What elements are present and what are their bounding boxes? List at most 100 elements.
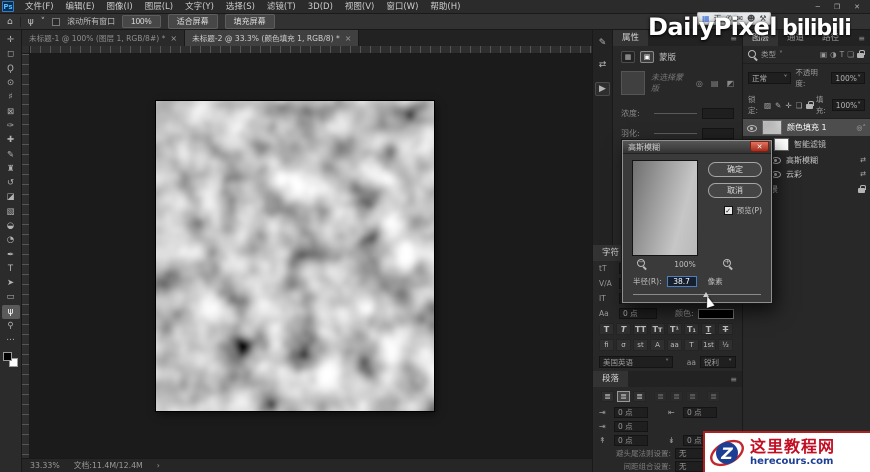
ligatures-button[interactable]: fi	[599, 339, 614, 351]
menu-item-edit[interactable]: 编辑(E)	[60, 0, 101, 14]
menu-item-filter[interactable]: 滤镜(T)	[261, 0, 302, 14]
close-icon[interactable]: ✕	[750, 141, 769, 152]
pixel-layer-icon[interactable]: ▦	[621, 51, 635, 63]
radius-input[interactable]: 38.7	[666, 276, 697, 287]
tool-move[interactable]: ✛	[2, 33, 20, 47]
justify-last-right-button[interactable]: ≣	[686, 391, 699, 402]
small-caps-button[interactable]: Tᴛ	[650, 323, 665, 335]
filter-type-layers-icon[interactable]: T	[840, 50, 845, 59]
text-color-swatch[interactable]	[697, 308, 734, 319]
lock-all-icon[interactable]	[806, 100, 816, 110]
fill-select[interactable]: 100% ˅	[831, 99, 865, 111]
menu-item-file[interactable]: 文件(F)	[19, 0, 60, 14]
density-slider[interactable]	[654, 113, 697, 114]
tab-properties[interactable]: 属性	[613, 30, 649, 46]
menu-item-image[interactable]: 图像(I)	[101, 0, 139, 14]
tool-frame[interactable]: ⊠	[2, 104, 20, 118]
baseline-shift-field[interactable]: 0 点	[619, 308, 657, 319]
tab-paragraph[interactable]: 段落	[593, 371, 629, 387]
feather-value-field[interactable]	[702, 128, 734, 139]
tool-history-brush[interactable]: ↺	[2, 176, 20, 190]
faux-bold-button[interactable]: T	[599, 323, 614, 335]
filter-pixel-layers-icon[interactable]: ▣	[820, 50, 827, 59]
chevron-down-icon[interactable]: ˅	[779, 50, 783, 59]
opacity-select[interactable]: 100% ˅	[831, 72, 865, 84]
zoom-level[interactable]: 33.33%	[30, 461, 60, 470]
add-pixel-mask-icon[interactable]: ◎	[696, 79, 703, 88]
swap-panel-icon[interactable]: ⇄	[599, 60, 607, 70]
tool-pen[interactable]: ✒	[2, 247, 20, 261]
subscript-button[interactable]: T₁	[684, 323, 699, 335]
document-tab-1[interactable]: 未标题-1 @ 100% (图层 1, RGB/8#) * ×	[22, 30, 186, 46]
tool-blur[interactable]: ◒	[2, 219, 20, 233]
foreground-color-swatch[interactable]	[3, 351, 12, 361]
all-caps-button[interactable]: TT	[633, 323, 648, 335]
close-icon[interactable]: ×	[345, 34, 352, 43]
tab-layers[interactable]: 图层	[743, 30, 779, 46]
document-tab-2[interactable]: 未标题-2 @ 33.3% (颜色填充 1, RGB/8) * ×	[185, 30, 360, 46]
indent-left-field[interactable]: 0 点	[614, 406, 648, 418]
superscript-button[interactable]: T¹	[667, 323, 682, 335]
filter-type-label[interactable]: 类型	[761, 49, 776, 60]
zoom-out-icon[interactable]: −	[637, 258, 647, 269]
tool-clone-stamp[interactable]: ♜	[2, 162, 20, 176]
filter-shape-layers-icon[interactable]: ❏	[847, 50, 854, 59]
lock-pixels-icon[interactable]: ✎	[775, 101, 781, 110]
lock-position-icon[interactable]: ✛	[785, 101, 791, 110]
lock-artboard-icon[interactable]: ❏	[796, 101, 803, 110]
scroll-all-windows-checkbox[interactable]	[52, 17, 61, 26]
justify-last-left-button[interactable]: ≣	[654, 391, 667, 402]
tool-spot-healing-brush[interactable]: ✚	[2, 133, 20, 147]
chevron-down-icon[interactable]: ˅	[41, 17, 46, 27]
layer-name[interactable]: 智能滤镜	[794, 139, 866, 150]
density-value-field[interactable]	[702, 108, 734, 119]
justify-all-button[interactable]: ≣	[707, 391, 720, 402]
hand-tool-icon[interactable]: ψ	[28, 17, 34, 27]
close-icon[interactable]: ✕	[854, 3, 860, 11]
menu-item-help[interactable]: 帮助(H)	[424, 0, 466, 14]
first-line-indent-field[interactable]: 0 点	[614, 420, 648, 432]
layer-name[interactable]: 背景	[762, 184, 853, 195]
menu-item-view[interactable]: 视图(V)	[339, 0, 380, 14]
menu-item-type[interactable]: 文字(Y)	[179, 0, 220, 14]
fractions-button[interactable]: ½	[718, 339, 733, 351]
tab-paths[interactable]: 路径	[813, 30, 848, 46]
panel-menu-icon[interactable]: ≡	[730, 34, 742, 43]
tool-object-selection[interactable]: ⊙	[2, 76, 20, 90]
strikethrough-button[interactable]: T	[718, 323, 733, 335]
tool-eyedropper[interactable]: ✑	[2, 119, 20, 133]
blur-preview-image[interactable]	[632, 160, 698, 256]
document-size-info[interactable]: 文档:11.4M/12.4M	[74, 460, 143, 471]
filter-blending-options-icon[interactable]: ⇄	[860, 156, 866, 164]
tool-zoom[interactable]: ⚲	[2, 319, 20, 333]
swash-button[interactable]: A	[650, 339, 665, 351]
align-left-button[interactable]: ≣	[601, 391, 614, 402]
dialog-title-bar[interactable]: 高斯模糊	[623, 141, 771, 154]
lock-transparency-icon[interactable]: ▨	[764, 101, 771, 110]
filter-name[interactable]: 高斯模糊	[786, 155, 855, 166]
zoom-in-icon[interactable]: +	[722, 258, 733, 269]
tool-edit-toolbar[interactable]: ⋯	[2, 333, 20, 347]
layer-row-color-fill[interactable]: 颜色填充 1 ◎˄	[743, 119, 870, 136]
panel-menu-icon[interactable]: ≡	[858, 34, 870, 43]
faux-italic-button[interactable]: T	[616, 323, 631, 335]
mask-icon[interactable]: ▣	[640, 51, 654, 63]
brush-settings-panel-icon[interactable]: ✎	[599, 38, 607, 48]
ok-button[interactable]: 确定	[708, 162, 762, 177]
tab-channels[interactable]: 通道	[778, 30, 813, 46]
tool-eraser[interactable]: ◪	[2, 190, 20, 204]
tool-rectangle[interactable]: ▭	[2, 290, 20, 304]
layer-thumbnail[interactable]	[762, 120, 782, 135]
smart-filter-badge-icon[interactable]: ◎˄	[856, 124, 866, 132]
filter-adjustment-layers-icon[interactable]: ◑	[830, 50, 837, 59]
document-canvas-clouds[interactable]	[156, 101, 434, 411]
menu-item-layer[interactable]: 图层(L)	[139, 0, 179, 14]
smart-filter-mask-thumbnail[interactable]	[774, 138, 789, 151]
close-icon[interactable]: ×	[170, 34, 177, 43]
radius-slider[interactable]	[633, 292, 761, 308]
language-select[interactable]: 美国英语 ˅	[599, 356, 673, 368]
blend-mode-select[interactable]: 正常 ˅	[748, 72, 792, 84]
menu-item-3d[interactable]: 3D(D)	[302, 0, 339, 14]
cancel-button[interactable]: 取消	[708, 183, 762, 198]
filter-name[interactable]: 云彩	[786, 169, 855, 180]
